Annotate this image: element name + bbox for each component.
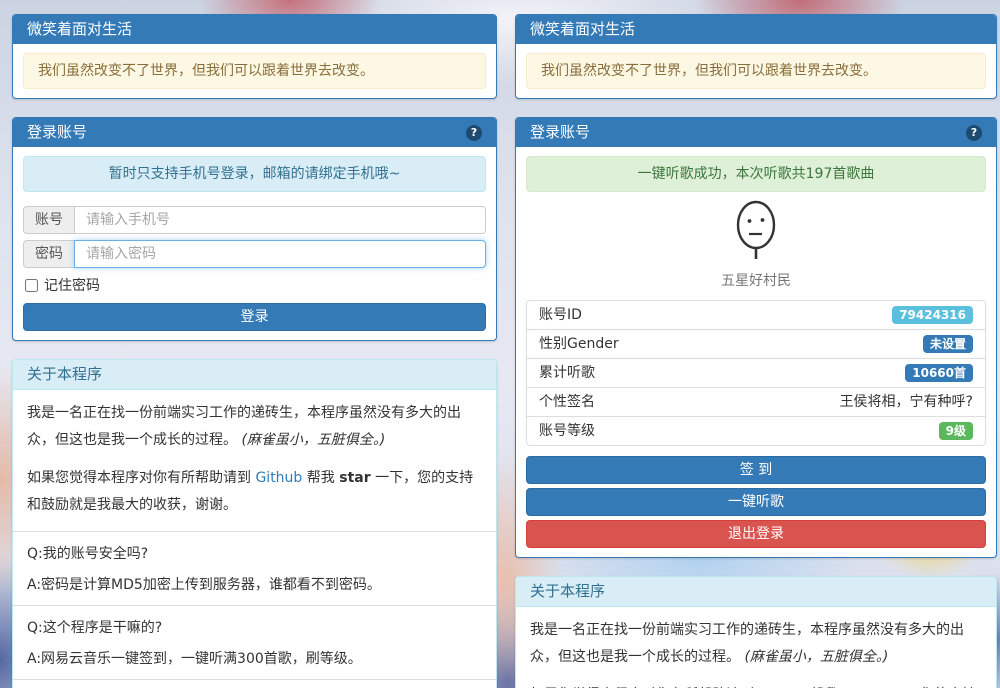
avatar-block: 五星好村民 — [526, 192, 986, 292]
account-input-group: 账号 — [23, 206, 486, 234]
faq-item: Q:这个程序是干嘛的? A:网易云音乐一键签到，一键听满300首歌，刷等级。 — [13, 605, 496, 679]
account-actions: 签 到 一键听歌 退出登录 — [526, 456, 986, 548]
password-input[interactable] — [74, 240, 486, 268]
account-panel-body: 一键听歌成功，本次听歌共197首歌曲 五星好村民 账号ID 79424316 — [516, 147, 996, 557]
about-panel: 关于本程序 我是一名正在找一份前端实习工作的递砖生，本程序虽然没有多大的出众，但… — [515, 576, 997, 688]
about-paragraph-2: 如果您觉得本程序对你有所帮助请到 Github 帮我 star 一下，您的支持和… — [27, 465, 482, 520]
account-panel-title: 登录账号 — [530, 124, 590, 141]
github-link[interactable]: Github — [255, 470, 302, 486]
page: 微笑着面对生活 我们虽然改变不了世界，但我们可以跟着世界去改变。 登录账号 ? … — [0, 0, 1000, 688]
faq-answer: A:密码是计算MD5加密上传到服务器，谁都看不到密码。 — [27, 574, 482, 594]
login-button[interactable]: 登录 — [23, 303, 486, 331]
faq-answer: A:网易云音乐一键签到，一键听满300首歌，刷等级。 — [27, 648, 482, 668]
login-panel-title: 登录账号 — [27, 124, 87, 141]
about-italic-note: (麻雀虽小，五脏俱全。) — [241, 432, 385, 448]
login-panel-body: 暂时只支持手机号登录，邮箱的请绑定手机哦~ 账号 密码 记住密码 登录 — [13, 147, 496, 340]
info-label: 个性签名 — [539, 393, 595, 411]
signature-value: 王侯将相，宁有种呼? — [840, 393, 973, 411]
gender-badge: 未设置 — [923, 335, 973, 353]
info-label: 账号等级 — [539, 422, 595, 440]
about-intro: 我是一名正在找一份前端实习工作的递砖生，本程序虽然没有多大的出众，但这也是我一个… — [13, 390, 496, 531]
right-column: 微笑着面对生活 我们虽然改变不了世界，但我们可以跟着世界去改变。 登录账号 ? … — [515, 14, 997, 688]
total-listens-badge: 10660首 — [905, 364, 973, 382]
quote-panel-body: 我们虽然改变不了世界，但我们可以跟着世界去改变。 — [516, 44, 996, 98]
quote-panel-heading: 微笑着面对生活 — [516, 15, 996, 44]
info-row-signature: 个性签名 王侯将相，宁有种呼? — [527, 387, 985, 416]
login-notice-alert: 暂时只支持手机号登录，邮箱的请绑定手机哦~ — [23, 156, 486, 192]
logout-button[interactable]: 退出登录 — [526, 520, 986, 548]
one-click-listen-button[interactable]: 一键听歌 — [526, 488, 986, 516]
about-paragraph-2: 如果您觉得本程序对你有所帮助请到 Github 帮我 star 一下，您的支持和… — [530, 682, 982, 688]
quote-panel: 微笑着面对生活 我们虽然改变不了世界，但我们可以跟着世界去改变。 — [12, 14, 497, 99]
sign-in-button[interactable]: 签 到 — [526, 456, 986, 484]
about-intro: 我是一名正在找一份前端实习工作的递砖生，本程序虽然没有多大的出众，但这也是我一个… — [516, 607, 996, 688]
about-italic-note: (麻雀虽小，五脏俱全。) — [744, 649, 888, 665]
account-panel-heading: 登录账号 ? — [516, 118, 996, 147]
about-panel-heading: 关于本程序 — [13, 360, 496, 390]
about-panel: 关于本程序 我是一名正在找一份前端实习工作的递砖生，本程序虽然没有多大的出众，但… — [12, 359, 497, 688]
remember-password-row: 记住密码 — [25, 275, 486, 295]
about-panel-heading: 关于本程序 — [516, 577, 996, 607]
info-row-gender: 性别Gender 未设置 — [527, 329, 985, 358]
account-info-list: 账号ID 79424316 性别Gender 未设置 累计听歌 10660首 个… — [526, 300, 986, 446]
password-input-group: 密码 — [23, 240, 486, 268]
info-label: 性别Gender — [539, 335, 619, 353]
quote-panel-title: 微笑着面对生活 — [27, 21, 132, 38]
remember-password-checkbox[interactable] — [25, 279, 38, 292]
level-badge: 9级 — [939, 422, 973, 440]
meme-face-avatar — [729, 198, 783, 264]
info-row-level: 账号等级 9级 — [527, 416, 985, 445]
account-label: 账号 — [23, 206, 74, 234]
faq-question: Q:我的账号安全吗? — [27, 543, 482, 563]
info-row-total-listens: 累计听歌 10660首 — [527, 358, 985, 387]
remember-password-label: 记住密码 — [44, 275, 100, 295]
listen-success-alert: 一键听歌成功，本次听歌共197首歌曲 — [526, 156, 986, 192]
about-paragraph-1: 我是一名正在找一份前端实习工作的递砖生，本程序虽然没有多大的出众，但这也是我一个… — [27, 400, 482, 455]
account-input[interactable] — [74, 206, 486, 234]
star-emphasis: star — [339, 470, 370, 486]
quote-panel-title: 微笑着面对生活 — [530, 21, 635, 38]
quote-panel-body: 我们虽然改变不了世界，但我们可以跟着世界去改变。 — [13, 44, 496, 98]
quote-alert: 我们虽然改变不了世界，但我们可以跟着世界去改变。 — [23, 53, 486, 89]
quote-panel: 微笑着面对生活 我们虽然改变不了世界，但我们可以跟着世界去改变。 — [515, 14, 997, 99]
info-label: 账号ID — [539, 306, 582, 324]
password-label: 密码 — [23, 240, 74, 268]
account-panel: 登录账号 ? 一键听歌成功，本次听歌共197首歌曲 五星好村民 — [515, 117, 997, 558]
question-circle-icon[interactable]: ? — [966, 125, 982, 141]
info-row-account-id: 账号ID 79424316 — [527, 301, 985, 329]
faq-question: Q:这个程序是干嘛的? — [27, 617, 482, 637]
faq-item: Q:使用这个会影响我的听歌风格吗? A:刷的歌都来自您的每日推荐歌单，不影响。 — [13, 679, 496, 688]
info-label: 累计听歌 — [539, 364, 595, 382]
quote-panel-heading: 微笑着面对生活 — [13, 15, 496, 44]
question-circle-icon[interactable]: ? — [466, 125, 482, 141]
avatar-caption: 五星好村民 — [526, 270, 986, 290]
faq-item: Q:我的账号安全吗? A:密码是计算MD5加密上传到服务器，谁都看不到密码。 — [13, 531, 496, 605]
about-panel-title: 关于本程序 — [27, 366, 102, 383]
left-column: 微笑着面对生活 我们虽然改变不了世界，但我们可以跟着世界去改变。 登录账号 ? … — [12, 14, 497, 688]
login-panel-heading: 登录账号 ? — [13, 118, 496, 147]
account-id-badge: 79424316 — [892, 306, 973, 324]
about-paragraph-1: 我是一名正在找一份前端实习工作的递砖生，本程序虽然没有多大的出众，但这也是我一个… — [530, 617, 982, 672]
quote-alert: 我们虽然改变不了世界，但我们可以跟着世界去改变。 — [526, 53, 986, 89]
about-panel-title: 关于本程序 — [530, 583, 605, 600]
login-panel: 登录账号 ? 暂时只支持手机号登录，邮箱的请绑定手机哦~ 账号 密码 记住密码 … — [12, 117, 497, 341]
